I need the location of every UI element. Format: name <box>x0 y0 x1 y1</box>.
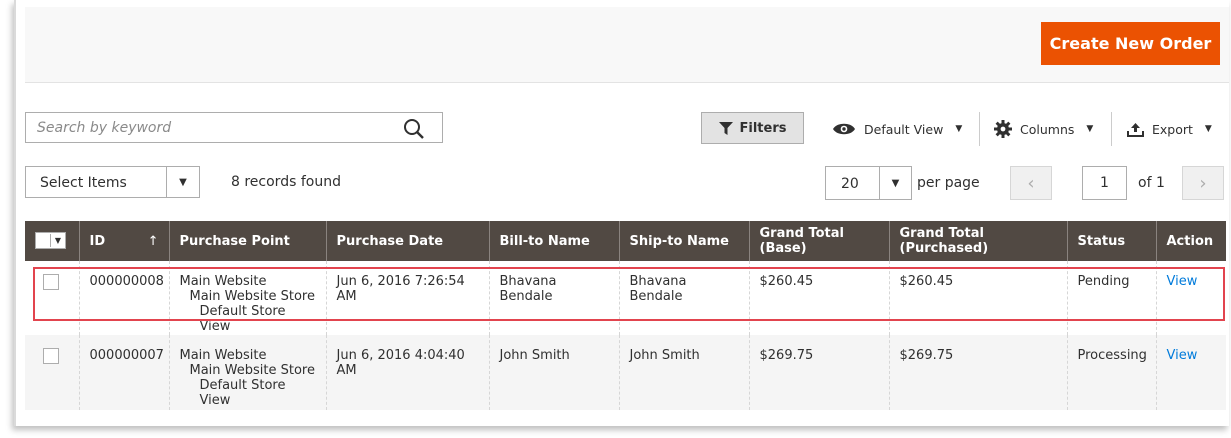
per-page-value: 20 <box>841 176 859 192</box>
toolbar-divider <box>979 112 980 146</box>
mass-select-checkbox[interactable]: ▼ <box>25 221 79 261</box>
filters-label: Filters <box>739 120 787 136</box>
view-order-link[interactable]: View <box>1167 348 1198 363</box>
default-view-label: Default View <box>864 121 944 137</box>
view-order-link[interactable]: View <box>1167 274 1198 289</box>
search-icon[interactable] <box>403 118 425 144</box>
table-row[interactable]: 000000007 Main Website Main Website Stor… <box>25 335 1226 410</box>
multiselect-dropdown[interactable]: ▼ <box>35 231 66 249</box>
grand-total-purchased: $269.75 <box>888 335 1067 410</box>
bill-to-name: John Smith <box>488 335 619 410</box>
grand-total-purchased: $260.45 <box>888 261 1067 335</box>
column-header-grand-total-base[interactable]: Grand Total (Base) <box>748 221 889 261</box>
create-new-order-button[interactable]: Create New Order <box>1041 22 1220 65</box>
row-checkbox[interactable] <box>43 348 59 364</box>
column-header-id[interactable]: ID ↑ <box>78 221 169 261</box>
chevron-down-icon[interactable]: ▼ <box>879 167 911 199</box>
next-page-button[interactable]: › <box>1182 166 1224 200</box>
chevron-down-icon: ▼ <box>54 235 62 245</box>
chevron-down-icon: ▼ <box>1086 124 1094 134</box>
table-row[interactable]: 000000008 Main Website Main Website Stor… <box>25 261 1226 335</box>
page-count-label: of 1 <box>1138 175 1165 191</box>
bill-to-name: Bhavana Bendale <box>488 261 619 335</box>
purchase-date: Jun 6, 2016 4:04:40 AM <box>325 335 489 410</box>
column-header-ship-to-name[interactable]: Ship-to Name <box>618 221 749 261</box>
page-actions-bar: Create New Order <box>25 7 1229 83</box>
chevron-down-icon: ▼ <box>955 124 963 134</box>
order-status: Processing <box>1066 335 1156 410</box>
per-page-select[interactable]: 20 ▼ <box>825 166 912 200</box>
page-number-input[interactable]: 1 <box>1082 166 1127 200</box>
chevron-left-icon: ‹ <box>1027 172 1035 194</box>
column-header-purchase-point[interactable]: Purchase Point <box>168 221 326 261</box>
export-label: Export <box>1152 121 1193 137</box>
filters-button[interactable]: Filters <box>701 112 804 144</box>
mass-actions-select[interactable]: Select Items ▼ <box>25 166 200 198</box>
column-header-grand-total-purchased[interactable]: Grand Total (Purchased) <box>888 221 1067 261</box>
purchase-point-website: Main Website <box>179 348 267 363</box>
admin-grid-frame: Create New Order Search by keyword Filte… <box>14 0 1229 426</box>
columns-label: Columns <box>1020 121 1075 137</box>
checkbox-icon <box>36 233 51 247</box>
purchase-point-website: Main Website <box>179 274 267 289</box>
grand-total-base: $260.45 <box>748 261 889 335</box>
column-header-purchase-date[interactable]: Purchase Date <box>325 221 489 261</box>
gear-icon <box>994 120 1012 138</box>
columns-dropdown[interactable]: Columns ▼ <box>994 116 1093 142</box>
default-view-dropdown[interactable]: Default View ▼ <box>832 116 962 142</box>
filter-icon <box>718 121 733 135</box>
column-header-bill-to-name[interactable]: Bill-to Name <box>488 221 619 261</box>
purchase-point-store: Main Website Store <box>189 289 315 304</box>
chevron-down-icon: ▼ <box>1204 124 1212 134</box>
toolbar-divider <box>1111 112 1112 146</box>
chevron-down-icon[interactable]: ▼ <box>166 167 199 197</box>
column-header-action: Action <box>1155 221 1226 261</box>
search-placeholder: Search by keyword <box>37 120 172 136</box>
ship-to-name: Bhavana Bendale <box>618 261 749 335</box>
ship-to-name: John Smith <box>618 335 749 410</box>
purchase-point-store: Main Website Store <box>189 363 315 378</box>
export-dropdown[interactable]: Export ▼ <box>1127 116 1212 142</box>
purchase-point-store-view: Default Store View <box>199 378 286 408</box>
per-page-label: per page <box>917 175 980 191</box>
grid-header-row: ▼ ID ↑ Purchase Point Purchase Date Bill-… <box>25 221 1226 261</box>
purchase-date: Jun 6, 2016 7:26:54 AM <box>325 261 489 335</box>
grand-total-base: $269.75 <box>748 335 889 410</box>
purchase-point: Main Website Main Website Store Default … <box>168 261 326 335</box>
chevron-right-icon: › <box>1199 172 1207 194</box>
mass-actions-label: Select Items <box>40 175 127 191</box>
records-found: 8 records found <box>231 174 341 190</box>
purchase-point: Main Website Main Website Store Default … <box>168 335 326 410</box>
orders-grid: ▼ ID ↑ Purchase Point Purchase Date Bill-… <box>25 221 1226 410</box>
export-icon <box>1127 122 1144 137</box>
column-header-status[interactable]: Status <box>1066 221 1156 261</box>
order-id: 000000008 <box>78 261 169 335</box>
eye-icon <box>833 123 855 135</box>
row-checkbox[interactable] <box>43 274 59 290</box>
search-input[interactable]: Search by keyword <box>25 112 443 143</box>
previous-page-button[interactable]: ‹ <box>1010 166 1052 200</box>
order-status: Pending <box>1066 261 1156 335</box>
sort-ascending-icon: ↑ <box>147 233 159 249</box>
order-id: 000000007 <box>78 335 169 410</box>
purchase-point-store-view: Default Store View <box>199 304 286 334</box>
